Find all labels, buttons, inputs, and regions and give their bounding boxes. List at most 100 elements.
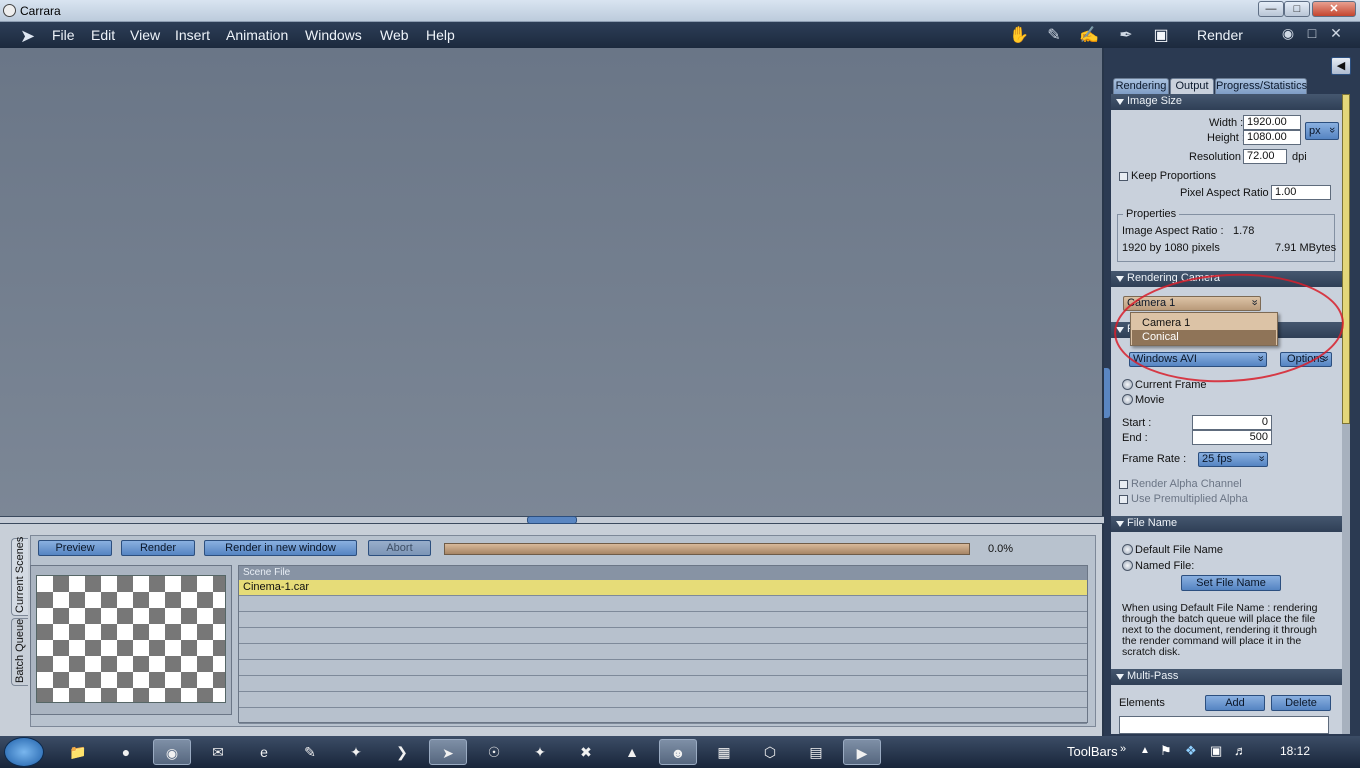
- dropbox-icon[interactable]: ❖: [1185, 743, 1197, 759]
- render-viewport[interactable]: [0, 48, 1104, 516]
- list-item[interactable]: [239, 612, 1087, 628]
- assemble-room-icon[interactable]: ✋: [1008, 25, 1030, 45]
- elements-label: Elements: [1119, 697, 1165, 709]
- volume-icon[interactable]: ♬: [1234, 743, 1247, 758]
- tab-rendering[interactable]: Rendering: [1113, 78, 1169, 94]
- menu-animation[interactable]: Animation: [226, 27, 288, 43]
- thunderbird-icon[interactable]: ✉: [199, 739, 237, 765]
- iar-label: Image Aspect Ratio :: [1122, 225, 1224, 237]
- frame-rate-select[interactable]: 25 fps: [1198, 452, 1268, 467]
- menu-view[interactable]: View: [130, 27, 160, 43]
- list-item[interactable]: [239, 644, 1087, 660]
- list-item[interactable]: [239, 596, 1087, 612]
- close-room-icon[interactable]: ✕: [1325, 25, 1347, 45]
- resolution-field[interactable]: 72.00: [1243, 149, 1287, 164]
- model-room-icon[interactable]: ✎: [1043, 25, 1065, 45]
- scrollbar-thumb[interactable]: [1342, 94, 1350, 424]
- keep-proportions-checkbox[interactable]: [1119, 172, 1128, 181]
- width-field[interactable]: 1920.00: [1243, 115, 1301, 130]
- daz-studio-icon[interactable]: ✦: [521, 739, 559, 765]
- ie-icon[interactable]: e: [245, 739, 283, 765]
- movie-radio[interactable]: [1122, 394, 1133, 405]
- menu-file[interactable]: File: [52, 27, 75, 43]
- carrara-app-icon: [3, 4, 16, 17]
- notepad-icon[interactable]: ▤: [797, 739, 835, 765]
- network-icon[interactable]: ▣: [1210, 743, 1222, 759]
- carrara-logo-icon[interactable]: ➤: [20, 26, 35, 47]
- chrome-icon[interactable]: ●: [107, 739, 145, 765]
- tab-current-scenes[interactable]: Current Scenes: [11, 537, 28, 616]
- texture-room-icon[interactable]: ✒: [1115, 25, 1137, 45]
- restore-icon[interactable]: □: [1301, 25, 1323, 45]
- tab-batch-queue[interactable]: Batch Queue: [11, 618, 28, 686]
- menu-web[interactable]: Web: [380, 27, 409, 43]
- powershell-icon[interactable]: ❯: [383, 739, 421, 765]
- unit-select[interactable]: px: [1305, 122, 1339, 140]
- current-frame-radio[interactable]: [1122, 379, 1133, 390]
- set-file-name-button[interactable]: Set File Name: [1181, 575, 1281, 591]
- media-icon[interactable]: ▶: [843, 739, 881, 765]
- blender-icon[interactable]: ☉: [475, 739, 513, 765]
- render-room-icon[interactable]: ▣: [1150, 25, 1172, 45]
- menu-insert[interactable]: Insert: [175, 27, 210, 43]
- render-button[interactable]: Render: [121, 540, 195, 556]
- list-item[interactable]: [239, 708, 1087, 724]
- preview-button[interactable]: Preview: [38, 540, 112, 556]
- gimp-icon[interactable]: ☻: [659, 739, 697, 765]
- collapse-panel-icon[interactable]: ◀: [1331, 57, 1351, 75]
- frame-rate-label: Frame Rate :: [1122, 453, 1187, 465]
- bryce-icon[interactable]: ▲: [613, 739, 651, 765]
- toolbars-expand-icon[interactable]: »: [1120, 743, 1126, 755]
- daz-icon[interactable]: ✦: [337, 739, 375, 765]
- elements-list[interactable]: [1119, 716, 1329, 734]
- list-item[interactable]: [239, 628, 1087, 644]
- menu-help[interactable]: Help: [426, 27, 455, 43]
- list-item[interactable]: [239, 676, 1087, 692]
- default-file-name-radio[interactable]: [1122, 544, 1133, 555]
- render-new-window-button[interactable]: Render in new window: [204, 540, 357, 556]
- carrara-icon[interactable]: ➤: [429, 739, 467, 765]
- list-header[interactable]: Scene File: [239, 566, 1087, 580]
- alpha-channel-checkbox[interactable]: [1119, 480, 1128, 489]
- explorer-icon[interactable]: 📁: [59, 739, 97, 765]
- minimize-button[interactable]: —: [1258, 1, 1284, 17]
- list-item[interactable]: [239, 660, 1087, 676]
- toolbars-label[interactable]: ToolBars: [1067, 744, 1118, 759]
- paint-icon[interactable]: ✎: [291, 739, 329, 765]
- scene-file-list[interactable]: Scene File Cinema-1.car: [238, 565, 1088, 724]
- delete-element-button[interactable]: Delete: [1271, 695, 1331, 711]
- add-element-button[interactable]: Add: [1205, 695, 1265, 711]
- start-button[interactable]: [4, 737, 44, 767]
- tray-expand-icon[interactable]: ▲: [1140, 745, 1150, 756]
- par-field[interactable]: 1.00: [1271, 185, 1331, 200]
- menu-windows[interactable]: Windows: [305, 27, 362, 43]
- close-button[interactable]: ✕: [1312, 1, 1356, 17]
- end-frame-field[interactable]: 500: [1192, 430, 1272, 445]
- storyboard-room-icon[interactable]: ✍: [1078, 25, 1100, 45]
- section-file-name[interactable]: File Name: [1111, 516, 1349, 532]
- premultiplied-alpha-checkbox[interactable]: [1119, 495, 1128, 504]
- tab-progress-statistics[interactable]: Progress/Statistics: [1215, 78, 1307, 94]
- hexagon-icon[interactable]: ⬡: [751, 739, 789, 765]
- progress-percent: 0.0%: [988, 543, 1014, 555]
- section-image-size[interactable]: Image Size: [1111, 94, 1349, 110]
- eye-icon[interactable]: ◉: [1277, 25, 1299, 45]
- start-frame-field[interactable]: 0: [1192, 415, 1272, 430]
- menu-edit[interactable]: Edit: [91, 27, 115, 43]
- action-center-icon[interactable]: ⚑: [1160, 743, 1172, 759]
- panel-resize-grip[interactable]: [1104, 368, 1110, 418]
- excel-icon[interactable]: ▦: [705, 739, 743, 765]
- tab-output[interactable]: Output: [1170, 78, 1214, 94]
- abort-button[interactable]: Abort: [368, 540, 431, 556]
- list-item[interactable]: [239, 692, 1087, 708]
- list-item[interactable]: Cinema-1.car: [239, 580, 1087, 596]
- divider-grip[interactable]: [527, 516, 577, 524]
- clock[interactable]: 18:12: [1280, 744, 1310, 758]
- named-file-radio[interactable]: [1122, 560, 1133, 571]
- acrobat-icon[interactable]: ✖: [567, 739, 605, 765]
- height-field[interactable]: 1080.00: [1243, 130, 1301, 145]
- section-multi-pass[interactable]: Multi-Pass: [1111, 669, 1349, 685]
- menu-bar: ➤ File Edit View Insert Animation Window…: [0, 22, 1360, 48]
- firefox-icon[interactable]: ◉: [153, 739, 191, 765]
- maximize-button[interactable]: □: [1284, 1, 1310, 17]
